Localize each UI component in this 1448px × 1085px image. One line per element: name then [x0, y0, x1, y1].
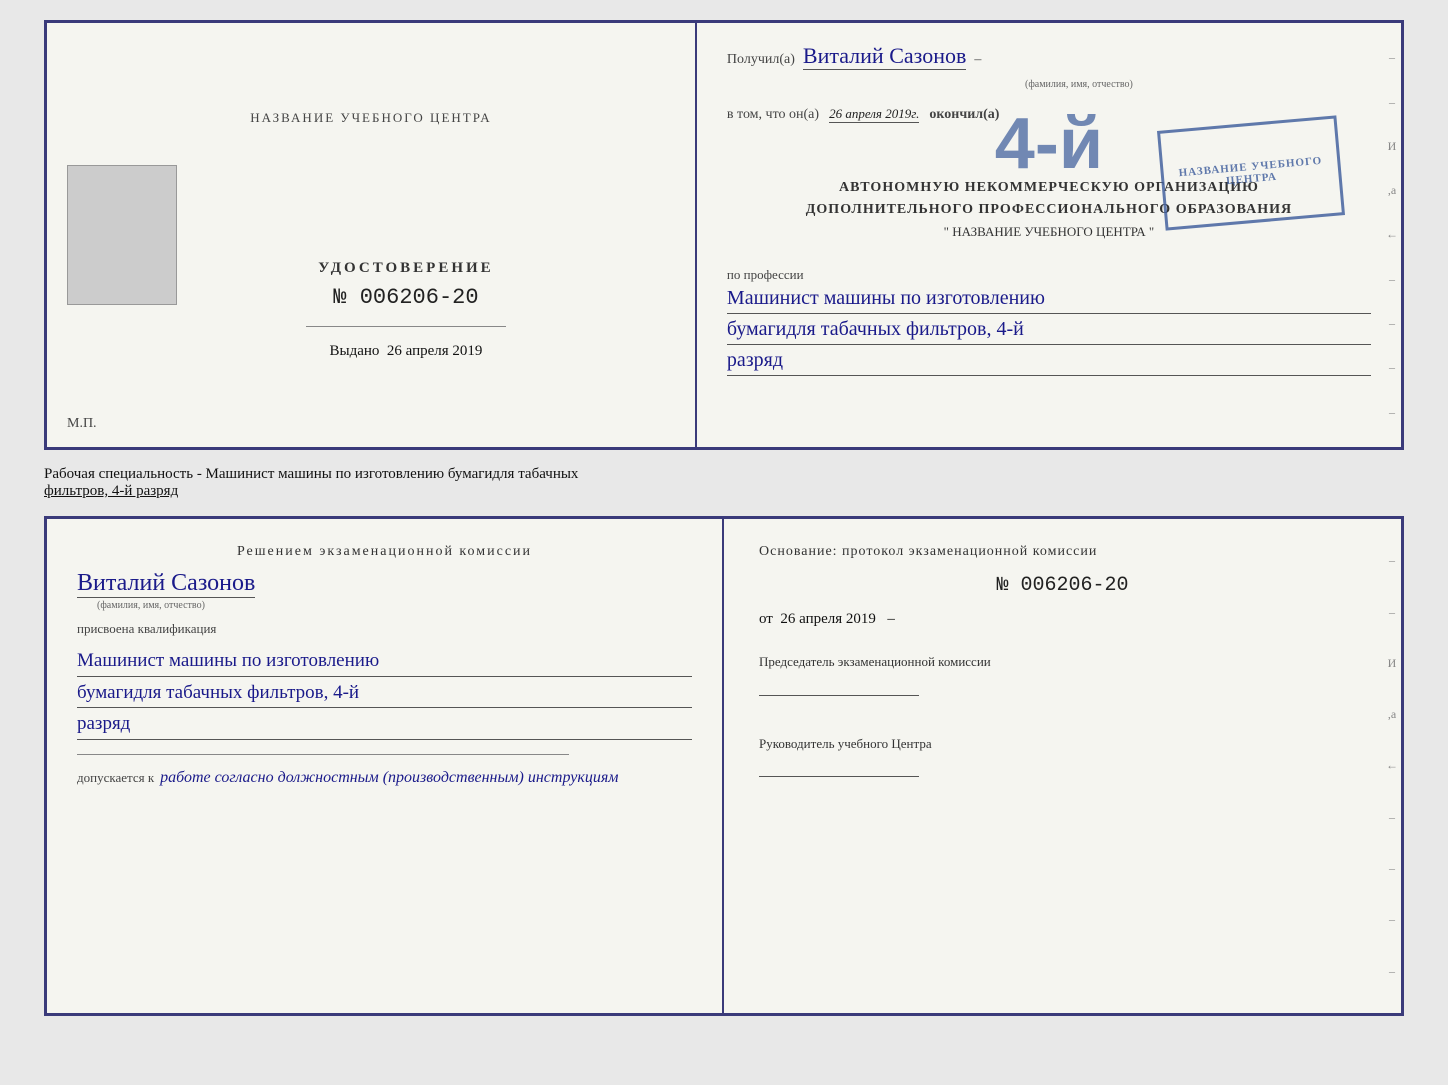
cert-right-panel: Получил(а) Виталий Сазонов – (фамилия, и… — [697, 23, 1401, 447]
basis-title: Основание: протокол экзаменационной коми… — [759, 544, 1366, 560]
bottom-qual2: бумагидля табачных фильтров, 4-й — [77, 679, 692, 709]
decision-title: Решением экзаменационной комиссии — [77, 544, 692, 560]
head-block: Руководитель учебного Центра — [759, 734, 1366, 782]
middle-label: Рабочая специальность - Машинист машины … — [44, 462, 1404, 504]
side-dashes-top: – – И ,а ← – – – – — [1383, 23, 1401, 447]
cert-issued: Выдано 26 апреля 2019 — [329, 343, 482, 360]
date-from: от 26 апреля 2019 – — [759, 611, 1366, 628]
cert-left-panel: НАЗВАНИЕ УЧЕБНОГО ЦЕНТРА УДОСТОВЕРЕНИЕ №… — [47, 23, 697, 447]
date-from-value: 26 апреля 2019 — [780, 611, 876, 627]
dash1: – — [974, 52, 981, 68]
bottom-number: № 006206-20 — [759, 574, 1366, 597]
cert-bottom-right: Основание: протокол экзаменационной коми… — [724, 519, 1401, 1013]
bottom-person-name: Виталий Сазонов — [77, 570, 255, 598]
recipient-name: Виталий Сазонов — [803, 43, 966, 70]
middle-text1: Рабочая специальность - Машинист машины … — [44, 466, 578, 482]
profession-text2: бумагидля табачных фильтров, 4-й — [727, 314, 1371, 345]
allowed-text: работе согласно должностным (производств… — [160, 769, 618, 787]
qualification-label: присвоена квалификация — [77, 621, 692, 637]
side-dashes-bottom: – – И ,а ← – – – – — [1383, 519, 1401, 1013]
profession-label: по профессии — [727, 267, 1371, 283]
bottom-qual3: разряд — [77, 710, 692, 740]
date-value: 26 апреля 2019г. — [829, 106, 919, 123]
cert-bottom-left: Решением экзаменационной комиссии Витали… — [47, 519, 724, 1013]
date-dash: – — [887, 611, 895, 627]
chairman-block: Председатель экзаменационной комиссии — [759, 652, 1366, 700]
certificate-top: НАЗВАНИЕ УЧЕБНОГО ЦЕНТРА УДОСТОВЕРЕНИЕ №… — [44, 20, 1404, 450]
center-title-top: НАЗВАНИЕ УЧЕБНОГО ЦЕНТРА — [250, 110, 491, 126]
profession-text1: Машинист машины по изготовлению — [727, 283, 1371, 314]
cert-number: № 006206-20 — [333, 285, 478, 310]
org-line3: " НАЗВАНИЕ УЧЕБНОГО ЦЕНТРА " — [727, 222, 1371, 243]
middle-text2: фильтров, 4-й разряд — [44, 483, 178, 499]
head-signature-line — [759, 776, 919, 777]
recipient-subtitle: (фамилия, имя, отчество) — [1025, 79, 1133, 90]
profession-text3: разряд — [727, 345, 1371, 376]
chairman-title: Председатель экзаменационной комиссии — [759, 652, 1366, 673]
bottom-qual1: Машинист машины по изготовлению — [77, 647, 692, 677]
chairman-signature-line — [759, 695, 919, 696]
issued-label: Выдано — [329, 343, 379, 359]
completed-label: окончил(а) — [929, 107, 999, 123]
big-number-overlay: 4-й — [995, 103, 1103, 185]
photo-placeholder — [67, 165, 177, 305]
stamp-text: НАЗВАНИЕ УЧЕБНОГО ЦЕНТРА — [1169, 154, 1332, 192]
date-from-label: от — [759, 611, 773, 627]
head-title: Руководитель учебного Центра — [759, 734, 1366, 755]
bottom-person-subtitle: (фамилия, имя, отчество) — [97, 600, 205, 611]
certificate-bottom: Решением экзаменационной комиссии Витали… — [44, 516, 1404, 1016]
cert-main-title: УДОСТОВЕРЕНИЕ — [318, 260, 494, 277]
mp-label: М.П. — [67, 416, 97, 432]
in-that-label: в том, что он(а) — [727, 107, 819, 123]
stamp-overlay: НАЗВАНИЕ УЧЕБНОГО ЦЕНТРА — [1157, 115, 1345, 230]
received-label: Получил(а) — [727, 52, 795, 68]
allowed-label: допускается к — [77, 770, 154, 786]
issued-date: 26 апреля 2019 — [387, 343, 483, 359]
